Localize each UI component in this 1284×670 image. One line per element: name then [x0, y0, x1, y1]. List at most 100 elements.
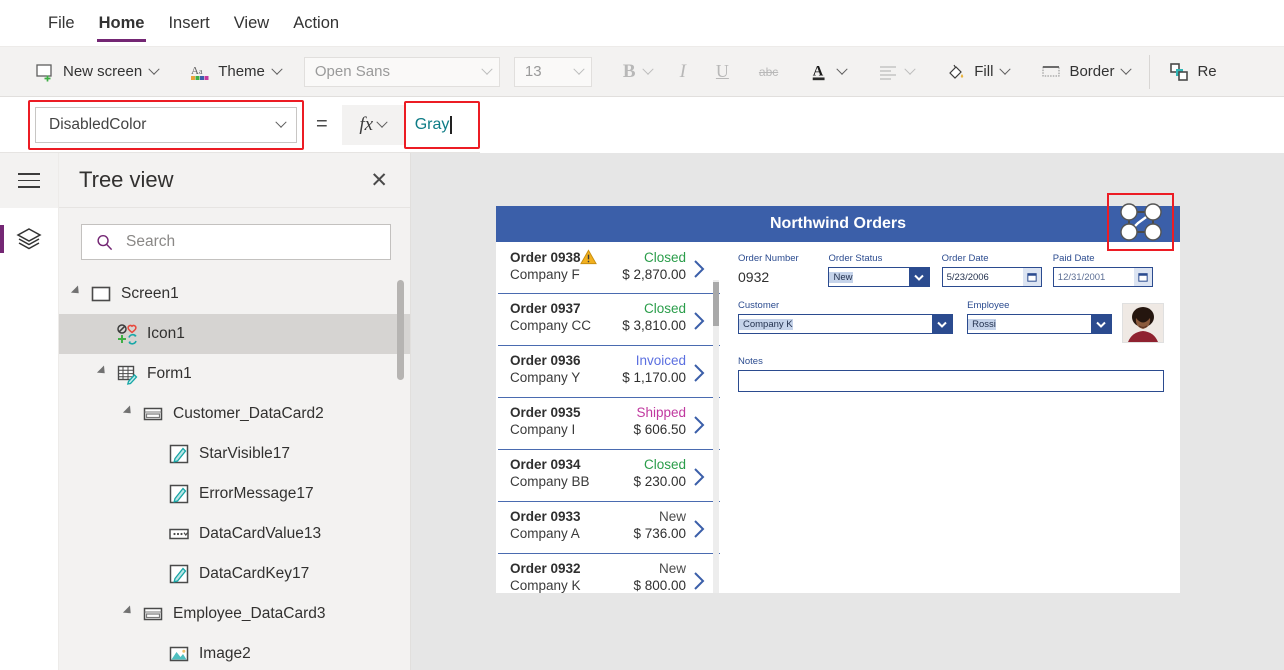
chevron-down-icon: [999, 63, 1012, 75]
tree-item-form1[interactable]: Form1: [59, 354, 410, 394]
equals-sign: =: [316, 113, 328, 135]
formula-input-highlight: Gray: [403, 100, 480, 149]
tree-item-icon1[interactable]: Icon1: [59, 314, 410, 354]
expand-collapse-icon[interactable]: [70, 285, 86, 300]
chevron-right-icon[interactable]: [686, 509, 712, 549]
gallery-item[interactable]: Order 0935 Shipped Company I $ 606.50: [498, 398, 720, 450]
border-button[interactable]: Border: [1032, 53, 1139, 91]
text-align-button[interactable]: [869, 53, 923, 91]
gallery-item-bottom-row: Company F $ 2,870.00: [510, 267, 686, 282]
chevron-down-icon[interactable]: [932, 315, 952, 333]
toolbar-divider: [1149, 54, 1151, 89]
tree-item-screen1[interactable]: Screen1: [59, 274, 410, 314]
menu-item-action[interactable]: Action: [281, 0, 351, 47]
order-status-dropdown[interactable]: New: [828, 267, 931, 287]
new-screen-button[interactable]: New screen: [26, 53, 167, 91]
gallery-item-content: Order 0936 Invoiced Company Y $ 1,170.00: [510, 353, 686, 385]
theme-button[interactable]: A a Theme: [181, 53, 290, 91]
expand-collapse-icon[interactable]: [96, 365, 112, 380]
order-edit-form: Order Number 0932 Order Status New Order…: [726, 242, 1178, 593]
strikethrough-label: abc: [758, 64, 779, 79]
search-icon: [97, 234, 113, 250]
gallery-order-status: Shipped: [636, 405, 686, 420]
reorder-button[interactable]: Re: [1160, 53, 1225, 91]
gallery-item[interactable]: Order 0934 Closed Company BB $ 230.00: [498, 450, 720, 502]
strikethrough-button[interactable]: abc: [750, 53, 787, 91]
paid-date-picker[interactable]: 12/31/2001: [1052, 267, 1153, 287]
gallery-order-status: Closed: [643, 457, 686, 472]
close-icon[interactable]: ✕: [370, 170, 388, 191]
theme-icon: A a: [191, 65, 209, 80]
search-input[interactable]: Search: [81, 224, 391, 260]
gallery-scroll-thumb[interactable]: [713, 282, 719, 326]
notes-input[interactable]: [738, 370, 1164, 392]
rail-item-tree-view[interactable]: [0, 208, 58, 270]
gallery-order-status: Invoiced: [635, 353, 686, 368]
employee-dropdown[interactable]: Rossi: [967, 314, 1113, 334]
chevron-down-icon[interactable]: [1091, 315, 1112, 333]
gallery-scrollbar[interactable]: [713, 280, 719, 593]
menu-item-home[interactable]: Home: [87, 0, 157, 47]
svg-text:A: A: [813, 63, 824, 79]
canvas-area: Northwind Orders Order 0938 Closed Compa…: [411, 153, 1284, 670]
formula-bar-remainder[interactable]: [479, 96, 1284, 153]
chevron-right-icon[interactable]: [686, 561, 712, 593]
tree-item-datacardvalue13[interactable]: DataCardValue13: [59, 514, 410, 554]
hamburger-button[interactable]: [0, 153, 58, 208]
gallery-order-text: Order 0936: [510, 353, 581, 368]
chevron-down-icon[interactable]: [909, 268, 930, 286]
font-family-select[interactable]: Open Sans: [303, 56, 500, 87]
menu-item-view[interactable]: View: [222, 0, 281, 47]
chevron-right-icon[interactable]: [686, 353, 712, 393]
expand-collapse-icon[interactable]: [122, 405, 138, 420]
theme-label: Theme: [218, 63, 265, 80]
gallery-item[interactable]: Order 0937 Closed Company CC $ 3,810.00: [498, 294, 720, 346]
tree-item-starvisible17[interactable]: StarVisible17: [59, 434, 410, 474]
dropdown-icon: [168, 523, 190, 545]
gallery-item[interactable]: Order 0938 Closed Company F $ 2,870.00: [498, 242, 720, 294]
chevron-down-icon: [836, 63, 848, 75]
menu-item-insert[interactable]: Insert: [156, 0, 221, 47]
tree-item-employee_datacard3[interactable]: Employee_DataCard3: [59, 594, 410, 634]
gallery-item[interactable]: Order 0932 New Company K $ 800.00: [498, 554, 720, 593]
tree-item-errormessage17[interactable]: ErrorMessage17: [59, 474, 410, 514]
italic-button[interactable]: I: [671, 53, 695, 91]
left-rail: [0, 153, 59, 670]
fill-button[interactable]: Fill: [937, 53, 1018, 91]
property-select[interactable]: DisabledColor: [35, 106, 297, 143]
tree-item-label: Employee_DataCard3: [173, 605, 326, 622]
tree-scrollbar[interactable]: [397, 280, 404, 380]
bold-button[interactable]: B: [614, 53, 661, 91]
order-date-picker[interactable]: 5/23/2006: [941, 267, 1042, 287]
gallery-item-top-row: Order 0935 Shipped: [510, 405, 686, 420]
customer-dropdown[interactable]: Company K: [738, 314, 953, 334]
tree-view-title: Tree view: [79, 167, 174, 192]
chevron-right-icon[interactable]: [686, 457, 712, 497]
chevron-right-icon[interactable]: [686, 301, 712, 341]
font-family-value: Open Sans: [314, 63, 390, 80]
orders-gallery[interactable]: Order 0938 Closed Company F $ 2,870.00 O…: [498, 242, 720, 593]
chevron-right-icon[interactable]: [686, 249, 712, 289]
gallery-order-amount: $ 800.00: [633, 578, 686, 593]
network-nodes-icon[interactable]: [1118, 202, 1164, 242]
customer-label: Customer: [738, 300, 780, 311]
font-size-select[interactable]: 13: [513, 56, 592, 87]
employee-value: Rossi: [968, 318, 996, 330]
calendar-icon[interactable]: [1133, 268, 1152, 286]
menu-item-file[interactable]: File: [36, 0, 87, 47]
tree-item-datacardkey17[interactable]: DataCardKey17: [59, 554, 410, 594]
formula-input[interactable]: Gray: [405, 104, 478, 145]
underline-button[interactable]: U: [707, 53, 738, 91]
fx-button[interactable]: fx: [341, 104, 404, 145]
notes-field: Notes: [738, 356, 1164, 392]
gallery-order-text: Order 0934: [510, 457, 581, 472]
tree-item-customer_datacard2[interactable]: Customer_DataCard2: [59, 394, 410, 434]
chevron-right-icon[interactable]: [686, 405, 712, 445]
gallery-item[interactable]: Order 0936 Invoiced Company Y $ 1,170.00: [498, 346, 720, 398]
font-color-button[interactable]: A: [801, 53, 855, 91]
tree-item-image2[interactable]: Image2: [59, 634, 410, 670]
order-date-value: 5/23/2006: [946, 271, 989, 283]
expand-collapse-icon[interactable]: [122, 605, 138, 620]
calendar-icon[interactable]: [1022, 268, 1041, 286]
gallery-item[interactable]: Order 0933 New Company A $ 736.00: [498, 502, 720, 554]
